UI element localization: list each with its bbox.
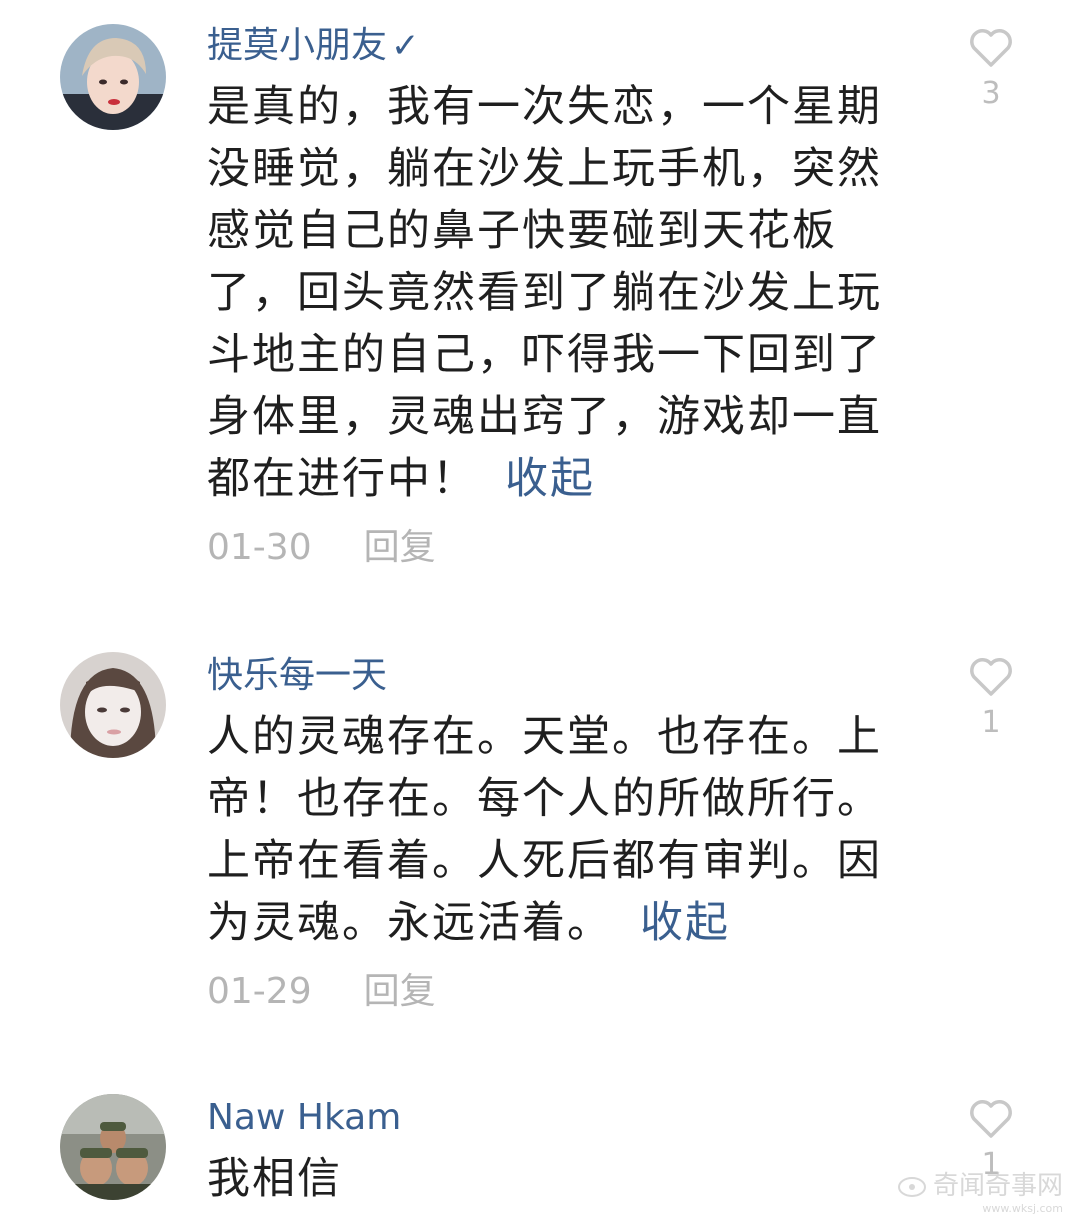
- watermark-url: www.wksj.com: [982, 1202, 1063, 1215]
- comment-text: 我相信: [207, 1148, 917, 1210]
- watermark-logo-icon: [897, 1176, 926, 1197]
- watermark-text: 奇闻奇事网: [932, 1171, 1063, 1201]
- watermark: 奇闻奇事网 www.wksj.com: [897, 1165, 1063, 1215]
- comment-body: 我相信: [207, 1154, 342, 1204]
- comment-item: Naw Hkam 我相信 1: [0, 0, 1079, 1223]
- heart-outline-icon[interactable]: [968, 1099, 1014, 1139]
- username[interactable]: Naw Hkam: [207, 1096, 401, 1140]
- avatar[interactable]: [60, 1094, 166, 1200]
